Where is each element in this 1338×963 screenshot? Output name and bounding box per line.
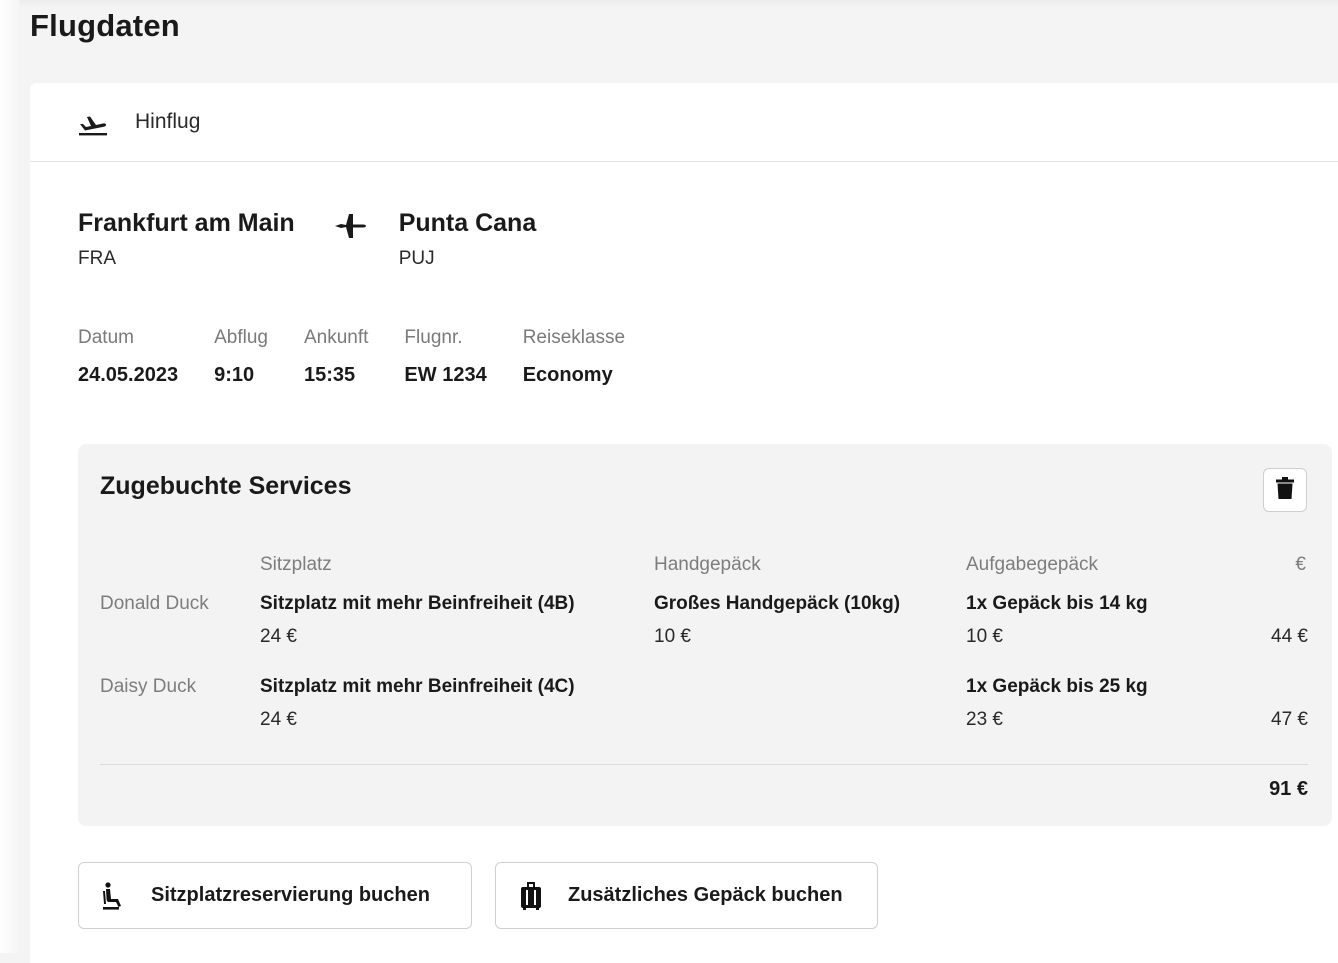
checked-luggage-price: 10 € [966,626,1003,647]
destination-code: PUJ [398,248,435,269]
detail-flight-number: Flugnr. EW 1234 [404,327,486,387]
destination: Punta Cana PUJ [399,209,537,270]
origin-city: Frankfurt am Main [78,209,295,237]
detail-label: Reiseklasse [522,327,626,348]
detail-value: 24.05.2023 [78,364,179,386]
checked-luggage-title: 1x Gepäck bis 25 kg [966,676,1148,697]
detail-date: Datum 24.05.2023 [78,327,178,387]
booked-services-panel: Zugebuchte Services Sitzplatz Handgepäck… [78,444,1332,826]
detail-label: Datum [78,327,134,348]
passenger-sum: 47 € [1271,709,1308,730]
destination-city: Punta Cana [398,209,537,237]
luggage-button-label: Zusätzliches Gepäck buchen [568,884,843,906]
luggage-icon [520,880,548,912]
passenger-name: Daisy Duck [100,676,197,697]
services-title: Zugebuchte Services [100,472,352,500]
seat-service-title: Sitzplatz mit mehr Beinfreiheit (4B) [260,593,575,614]
book-seat-reservation-button[interactable]: Sitzplatzreservierung buchen [78,862,472,929]
trash-icon [1276,476,1294,504]
hand-luggage-price: 10 € [654,626,691,647]
page-title: Flugdaten [30,8,180,43]
checked-luggage-title: 1x Gepäck bis 14 kg [966,593,1148,614]
flight-direction-header: Hinflug [30,83,1338,162]
detail-arrival: Ankunft 15:35 [304,327,368,387]
seat-service-price: 24 € [260,709,297,730]
passenger-sum: 44 € [1271,626,1308,647]
detail-travel-class: Reiseklasse Economy [523,327,625,387]
detail-label: Ankunft [303,327,369,348]
flight-details: Datum 24.05.2023 Abflug 9:10 Ankunft 15:… [78,327,661,387]
detail-value: 9:10 [214,364,255,386]
services-total: 91 € [1269,778,1308,800]
detail-label: Abflug [214,327,268,348]
detail-label: Flugnr. [404,327,463,348]
checked-luggage-price: 23 € [966,709,1003,730]
detail-value: 15:35 [303,364,356,386]
total-divider [100,764,1308,765]
detail-value: EW 1234 [404,364,487,386]
column-header-checked-luggage: Aufgabegepäck [966,554,1099,575]
seat-service-price: 24 € [260,626,297,647]
detail-departure: Abflug 9:10 [214,327,268,387]
route: Frankfurt am Main FRA Punta Cana PUJ [78,209,536,270]
flight-takeoff-icon [78,106,110,138]
seat-button-label: Sitzplatzreservierung buchen [151,884,430,906]
seat-icon [103,880,131,912]
passenger-name: Donald Duck [100,593,209,614]
origin: Frankfurt am Main FRA [78,209,295,270]
column-header-hand-luggage: Handgepäck [654,554,761,575]
book-extra-luggage-button[interactable]: Zusätzliches Gepäck buchen [495,862,878,929]
flight-card: Hinflug Frankfurt am Main FRA Punta Cana… [30,83,1338,963]
column-header-seat: Sitzplatz [260,554,332,575]
direction-label: Hinflug [135,110,201,133]
column-header-currency: € [1295,554,1306,575]
left-shadow [0,0,20,953]
hand-luggage-title: Großes Handgepäck (10kg) [654,593,901,614]
detail-value: Economy [522,364,613,386]
origin-code: FRA [78,248,116,269]
seat-service-title: Sitzplatz mit mehr Beinfreiheit (4C) [260,676,575,697]
top-fade [0,0,1338,8]
delete-services-button[interactable] [1263,468,1307,512]
airplane-icon [333,211,369,246]
